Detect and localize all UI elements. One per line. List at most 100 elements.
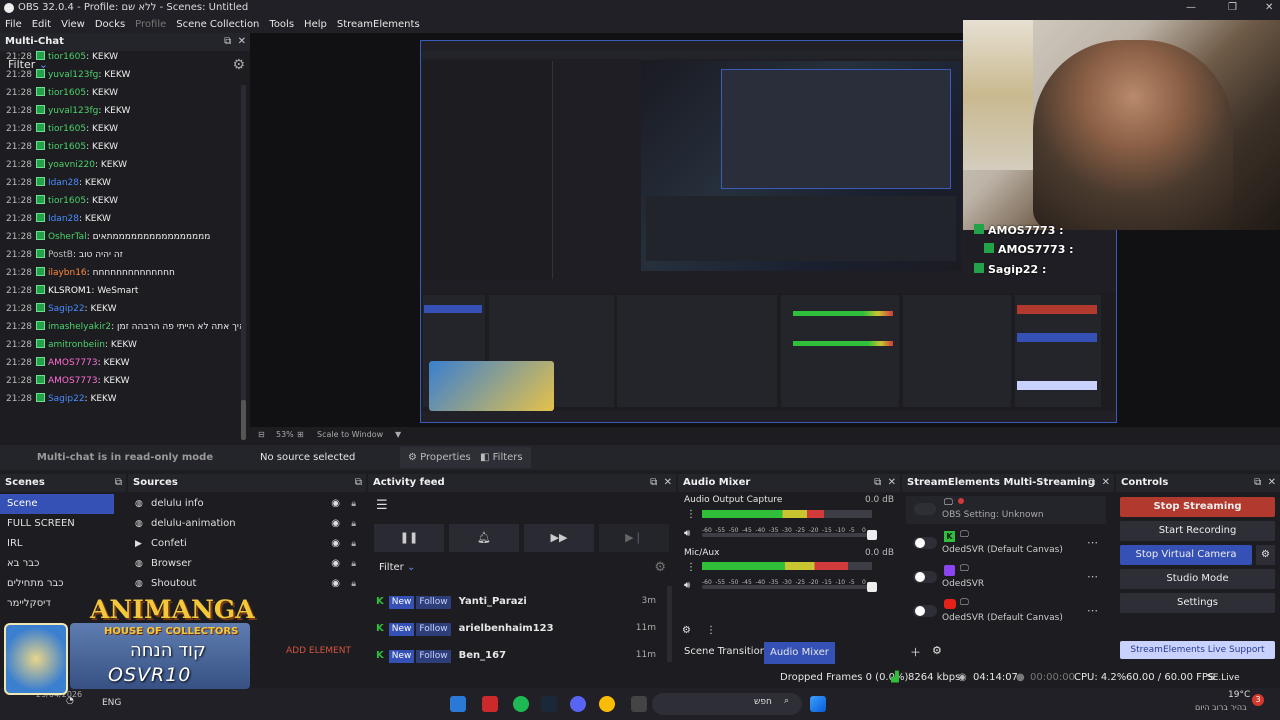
eye-icon[interactable]: ◉: [331, 494, 340, 514]
lock-icon[interactable]: 🔒︎: [351, 494, 356, 514]
activity-scrollbar[interactable]: [667, 586, 672, 662]
lock-icon[interactable]: 🔒︎: [351, 534, 356, 554]
more-options-icon[interactable]: ⋯: [1087, 536, 1098, 549]
volume-slider[interactable]: [702, 530, 877, 540]
toggle-switch[interactable]: [913, 605, 937, 617]
app-icon[interactable]: [450, 696, 466, 712]
file-explorer-icon[interactable]: [631, 696, 647, 712]
taskbar-search[interactable]: חפש ⌕: [652, 693, 802, 715]
volume-slider[interactable]: [702, 582, 877, 592]
lock-icon[interactable]: 🔒︎: [351, 554, 356, 574]
chat-username[interactable]: OsherTal: [48, 232, 87, 242]
zoom-dropdown-icon[interactable]: ▼: [395, 427, 401, 443]
scene-item[interactable]: IRL: [0, 534, 126, 554]
chat-username[interactable]: Idan28: [48, 214, 79, 224]
language-indicator[interactable]: ENG: [102, 698, 121, 708]
mixer-settings-icon[interactable]: ⚙: [682, 625, 691, 636]
lock-icon[interactable]: 🔒︎: [351, 574, 356, 594]
chat-username[interactable]: tior1605: [48, 142, 86, 152]
chat-username[interactable]: Sagip22: [48, 394, 85, 404]
chat-scrollbar[interactable]: [241, 85, 246, 440]
chrome-icon[interactable]: [599, 696, 615, 712]
chat-username[interactable]: PostB: [48, 250, 73, 260]
activity-filter-dropdown[interactable]: Filter ⌄: [379, 562, 415, 573]
more-options-icon[interactable]: ⋯: [1087, 570, 1098, 583]
steam-icon[interactable]: [541, 696, 557, 712]
eye-icon[interactable]: ◉: [331, 514, 340, 534]
chat-username[interactable]: imashelyakir2: [48, 322, 111, 332]
chat-username[interactable]: yoavni220: [48, 160, 95, 170]
scene-item[interactable]: כבר מתחילים: [0, 574, 126, 594]
activity-item[interactable]: K New Follow arielbenhaim123 11m: [368, 615, 676, 642]
tab-scene-transitions[interactable]: Scene Transitions: [684, 646, 771, 657]
windows-start-icon[interactable]: [810, 696, 826, 712]
spotify-icon[interactable]: [513, 696, 529, 712]
studio-mode-button[interactable]: Studio Mode: [1120, 569, 1275, 589]
chat-username[interactable]: yuval123fg: [48, 70, 98, 80]
live-support-button[interactable]: StreamElements Live Support: [1120, 641, 1275, 659]
restore-icon[interactable]: ❐: [1228, 0, 1237, 16]
menu-file[interactable]: File: [0, 16, 27, 33]
menu-docks[interactable]: Docks: [90, 16, 130, 33]
minimize-icon[interactable]: —: [1186, 0, 1196, 16]
start-recording-button[interactable]: Start Recording: [1120, 521, 1275, 541]
skip-end-button[interactable]: ▶❘: [599, 524, 669, 552]
menu-scene-collection[interactable]: Scene Collection: [171, 16, 264, 33]
bell-icon[interactable]: 🔔︎: [449, 524, 519, 552]
scene-item[interactable]: כבר בא: [0, 554, 126, 574]
properties-button[interactable]: ⚙ Properties: [400, 447, 479, 468]
chat-username[interactable]: tior1605: [48, 52, 86, 62]
toggle-switch[interactable]: [913, 571, 937, 583]
chat-username[interactable]: tior1605: [48, 124, 86, 134]
more-options-icon[interactable]: ⋯: [1087, 604, 1098, 617]
zoom-out-icon[interactable]: ⊟: [258, 427, 265, 443]
chat-username[interactable]: yuval123fg: [48, 106, 98, 116]
chat-username[interactable]: tior1605: [48, 88, 86, 98]
gear-icon[interactable]: ⚙: [654, 560, 666, 575]
close-icon[interactable]: ✕: [1265, 0, 1273, 16]
gear-icon[interactable]: ⚙: [932, 644, 942, 657]
activity-item[interactable]: K New Follow Yanti_Parazi 3m: [368, 588, 676, 615]
obs-taskbar-icon[interactable]: [482, 696, 498, 712]
notification-badge[interactable]: 3: [1252, 694, 1264, 706]
chat-username[interactable]: Sagip22: [48, 304, 85, 314]
menu-help[interactable]: Help: [299, 16, 332, 33]
menu-tools[interactable]: Tools: [264, 16, 299, 33]
undock-icon[interactable]: ⧉: [224, 36, 231, 47]
menu-streamelements[interactable]: StreamElements: [332, 16, 425, 33]
more-options-icon[interactable]: ⋮: [706, 625, 716, 636]
chat-username[interactable]: tior1605: [48, 196, 86, 206]
scene-item[interactable]: FULL SCREEN: [0, 514, 126, 534]
chat-username[interactable]: AMOS7773: [48, 376, 98, 386]
hamburger-menu-icon[interactable]: ☰: [376, 498, 388, 513]
gear-icon[interactable]: ⚙: [1256, 545, 1275, 565]
skip-button[interactable]: ▶▶: [524, 524, 594, 552]
add-element-button[interactable]: ADD ELEMENT: [286, 646, 351, 656]
eye-icon[interactable]: ◉: [331, 554, 340, 574]
source-item[interactable]: ▶ Confeti ◉ 🔒︎: [128, 534, 366, 554]
toggle-switch[interactable]: [914, 503, 936, 515]
eye-icon[interactable]: ◉: [331, 534, 340, 554]
close-dock-icon[interactable]: ✕: [238, 36, 246, 47]
eye-icon[interactable]: ◉: [331, 574, 340, 594]
source-item[interactable]: ◍ Shoutout ◉ 🔒︎: [128, 574, 366, 594]
lock-icon[interactable]: 🔒︎: [351, 514, 356, 534]
menu-view[interactable]: View: [56, 16, 90, 33]
stop-streaming-button[interactable]: Stop Streaming: [1120, 497, 1275, 517]
zoom-mode[interactable]: Scale to Window: [317, 427, 383, 443]
chat-username[interactable]: amitronbeiin: [48, 340, 105, 350]
discord-icon[interactable]: [570, 696, 586, 712]
tab-audio-mixer[interactable]: Audio Mixer: [764, 642, 835, 664]
add-icon[interactable]: ＋: [910, 644, 921, 660]
pause-button[interactable]: ❚❚: [374, 524, 444, 552]
scene-item[interactable]: Scene: [0, 494, 114, 514]
chat-username[interactable]: KLSROM1: [48, 286, 91, 296]
chat-username[interactable]: ilaybn16: [48, 268, 87, 278]
source-item[interactable]: ◍ delulu info ◉ 🔒︎: [128, 494, 366, 514]
activity-item[interactable]: K New Follow Ben_167 11m: [368, 642, 676, 666]
chat-username[interactable]: AMOS7773: [48, 358, 98, 368]
stop-virtual-camera-button[interactable]: Stop Virtual Camera: [1120, 545, 1252, 565]
filters-button[interactable]: ◧ Filters: [472, 447, 531, 468]
source-item[interactable]: ◍ Browser ◉ 🔒︎: [128, 554, 366, 574]
menu-profile[interactable]: Profile: [130, 16, 171, 33]
